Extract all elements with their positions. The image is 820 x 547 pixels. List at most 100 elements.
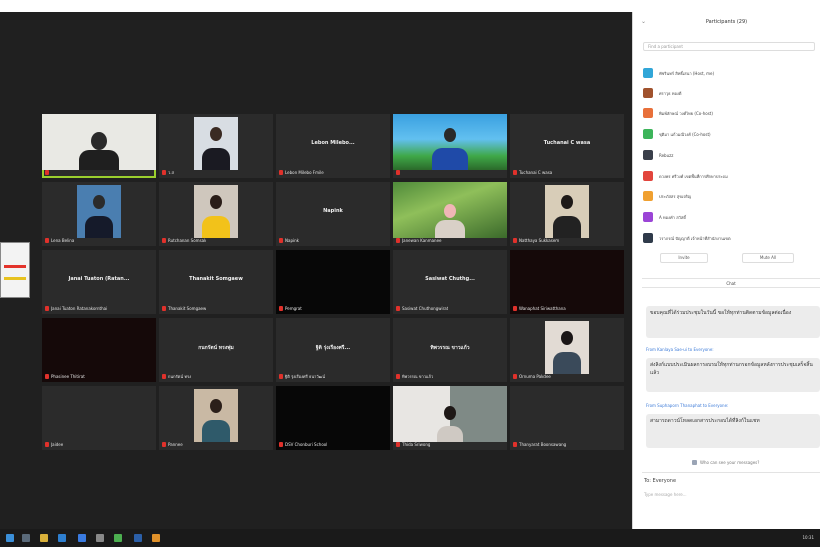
participant-center-name: Janai Tuaton (Ratan... (68, 276, 130, 282)
participant-tile[interactable]: Lebon Milebo... Lebon Milebo Fmile (276, 114, 390, 178)
participant-name: DSV Chonburi School (285, 441, 328, 447)
chat-sender: From Kanlaya Sae-ui to Everyone: (646, 347, 714, 352)
participant-tile[interactable]: DSV Chonburi School (276, 386, 390, 450)
panel-title: Participants (29) (705, 19, 748, 25)
windows-start-icon[interactable] (6, 534, 14, 542)
avatar (643, 150, 653, 160)
participant-tile[interactable]: Pannee (159, 386, 273, 450)
zoom-app-icon[interactable] (78, 534, 86, 542)
participant-name: Thanakit Somgaew (168, 305, 207, 311)
mute-all-button[interactable]: Mute All (742, 253, 794, 263)
participant-list-name: A ทองคำ สวัสดิ์ (659, 214, 686, 220)
participant-list-name: ประภัสสร สุขเจริญ (659, 193, 692, 199)
divider (642, 472, 820, 473)
participant-list-item[interactable]: ชุติมา แก้วมณีวงศ์ (Co-host) (643, 128, 711, 140)
participant-list-name: วราภรณ์ ปัญญาดี เจ้าหน้าที่สำนักงานเขต (659, 235, 731, 241)
zoom-window: ว.ส Lebon Milebo... Lebon Milebo Fmile T… (0, 0, 820, 547)
participant-search-input[interactable]: Find a participant (643, 42, 815, 51)
taskbar-clock: 10:31 (802, 535, 814, 540)
participant-tile[interactable]: Lena Belina (42, 182, 156, 246)
avatar (643, 171, 653, 181)
participant-list-item[interactable]: ดวงพร ศรีวงศ์ เขตพื้นที่การศึกษาประถม (643, 170, 728, 182)
app-icon[interactable] (134, 534, 142, 542)
participant-name: Thanyarat Boonsawang (519, 441, 567, 447)
browser-icon[interactable] (58, 534, 66, 542)
participant-tile[interactable]: Napink Napink (276, 182, 390, 246)
chat-visibility-link[interactable]: Who can see your messages? (700, 460, 759, 465)
avatar (643, 212, 653, 222)
participant-tile[interactable] (393, 114, 507, 178)
chat-message: ส่งลิงก์แบบประเมินผลการอบรมให้ทุกท่านกรอ… (646, 358, 820, 392)
participant-tile[interactable]: Thanyarat Boonsawang (510, 386, 624, 450)
avatar (643, 68, 653, 78)
participant-tile[interactable]: ฐิติ รุ่งเรืองศรี... ฐิติ รุ่งเรืองศรี ธ… (276, 318, 390, 382)
app-icon[interactable] (152, 534, 160, 542)
gallery-grid: ว.ส Lebon Milebo... Lebon Milebo Fmile T… (42, 114, 626, 450)
mic-muted-icon (396, 237, 400, 243)
participant-tile[interactable]: Sasiwat Chuthg... Sasiwat Chuthongwirat (393, 250, 507, 314)
participant-tile[interactable]: ทิพวรรณ ขาวแก้ว ทิพวรรณ ขาวแก้ว (393, 318, 507, 382)
participant-list-item[interactable]: พัชรินทร์ สิทธิ์เสนา (Host, me) (643, 67, 714, 79)
video-gallery-area: ว.ส Lebon Milebo... Lebon Milebo Fmile T… (0, 12, 632, 529)
participant-name: ว.ส (168, 169, 174, 175)
participant-name: Thida Sriwong (402, 441, 431, 447)
mic-muted-icon (162, 305, 166, 311)
folder-icon[interactable] (40, 534, 48, 542)
participant-tile[interactable]: กนกรัตน์ ทรงพุ่ม กนกรัตน์ ทรง (159, 318, 273, 382)
participant-list-item[interactable]: ศราวุธ ทองดี (643, 87, 681, 99)
participant-name: Napink (285, 237, 299, 243)
participant-list-name: พัชรินทร์ สิทธิ์เสนา (Host, me) (659, 70, 714, 76)
participant-tile[interactable]: Pemgrat (276, 250, 390, 314)
participant-tile[interactable]: Phasinee Thitirat (42, 318, 156, 382)
participant-tile[interactable]: Thida Sriwong (393, 386, 507, 450)
mic-muted-icon (513, 169, 517, 175)
participant-list-item[interactable]: วราภรณ์ ปัญญาดี เจ้าหน้าที่สำนักงานเขต (643, 232, 731, 244)
participant-list-name: ศราวุธ ทองดี (659, 90, 682, 96)
app-icon[interactable] (114, 534, 122, 542)
participant-tile[interactable]: Janewan Kanmanee (393, 182, 507, 246)
mic-muted-icon (513, 305, 517, 311)
participant-list-item[interactable]: ประภัสสร สุขเจริญ (643, 190, 691, 202)
participant-tile[interactable]: Natthaya Sukkasem (510, 182, 624, 246)
mic-muted-icon (279, 305, 283, 311)
participant-name: Lebon Milebo Fmile (285, 169, 324, 175)
participant-list-item[interactable]: พิมพ์ลักษณ์ วงศ์ไทย (Co-host) (643, 107, 713, 119)
participant-tile[interactable]: Jaidee (42, 386, 156, 450)
participant-list-name: ดวงพร ศรีวงศ์ เขตพื้นที่การศึกษาประถม (659, 173, 728, 179)
participants-panel: ⌄ Participants (29) Find a participant พ… (632, 12, 820, 533)
participant-name: Tuchanai C wasa (519, 169, 553, 175)
participant-video (194, 389, 238, 442)
mic-muted-icon (45, 441, 49, 447)
participant-tile[interactable]: Tuchanai C wasa Tuchanai C wasa (510, 114, 624, 178)
participant-tile[interactable]: Ornuma Pakdee (510, 318, 624, 382)
participant-name: Rutchanan Somsak (168, 237, 207, 243)
participant-video (545, 185, 589, 238)
chat-recipient-select[interactable]: To: Everyone (644, 478, 676, 484)
participant-list-item[interactable]: Rebuzz (643, 149, 673, 161)
participant-center-name: ฐิติ รุ่งเรืองศรี... (315, 345, 351, 351)
participant-list-name: พิมพ์ลักษณ์ วงศ์ไทย (Co-host) (659, 110, 713, 116)
participant-tile[interactable]: Rutchanan Somsak (159, 182, 273, 246)
mic-muted-icon (279, 169, 283, 175)
shared-screen-thumbnail[interactable] (0, 242, 30, 298)
participant-center-name: กนกรัตน์ ทรงพุ่ม (198, 345, 234, 351)
participant-tile[interactable]: Thanakit Somgaew Thanakit Somgaew (159, 250, 273, 314)
participant-name: Pannee (168, 441, 183, 447)
participant-tile[interactable] (42, 114, 156, 178)
participant-name: Janai Tuaton Ratanakornthai (51, 305, 108, 311)
mic-muted-icon (162, 237, 166, 243)
avatar (643, 191, 653, 201)
participant-tile[interactable]: ว.ส (159, 114, 273, 178)
invite-button[interactable]: Invite (660, 253, 708, 263)
participant-tile[interactable]: Wanaphat Siriwatthana (510, 250, 624, 314)
search-icon[interactable] (22, 534, 30, 542)
mic-muted-icon (45, 305, 49, 311)
participant-tile[interactable]: Janai Tuaton (Ratan... Janai Tuaton Rata… (42, 250, 156, 314)
participant-list-item[interactable]: A ทองคำ สวัสดิ์ (643, 211, 686, 223)
participant-name: Pemgrat (285, 305, 302, 311)
app-icon[interactable] (96, 534, 104, 542)
participant-center-name: Napink (323, 208, 343, 214)
chat-input[interactable]: Type message here... (644, 492, 687, 497)
participant-name: ทิพวรรณ ขาวแก้ว (402, 373, 434, 379)
mic-muted-icon (396, 373, 400, 379)
